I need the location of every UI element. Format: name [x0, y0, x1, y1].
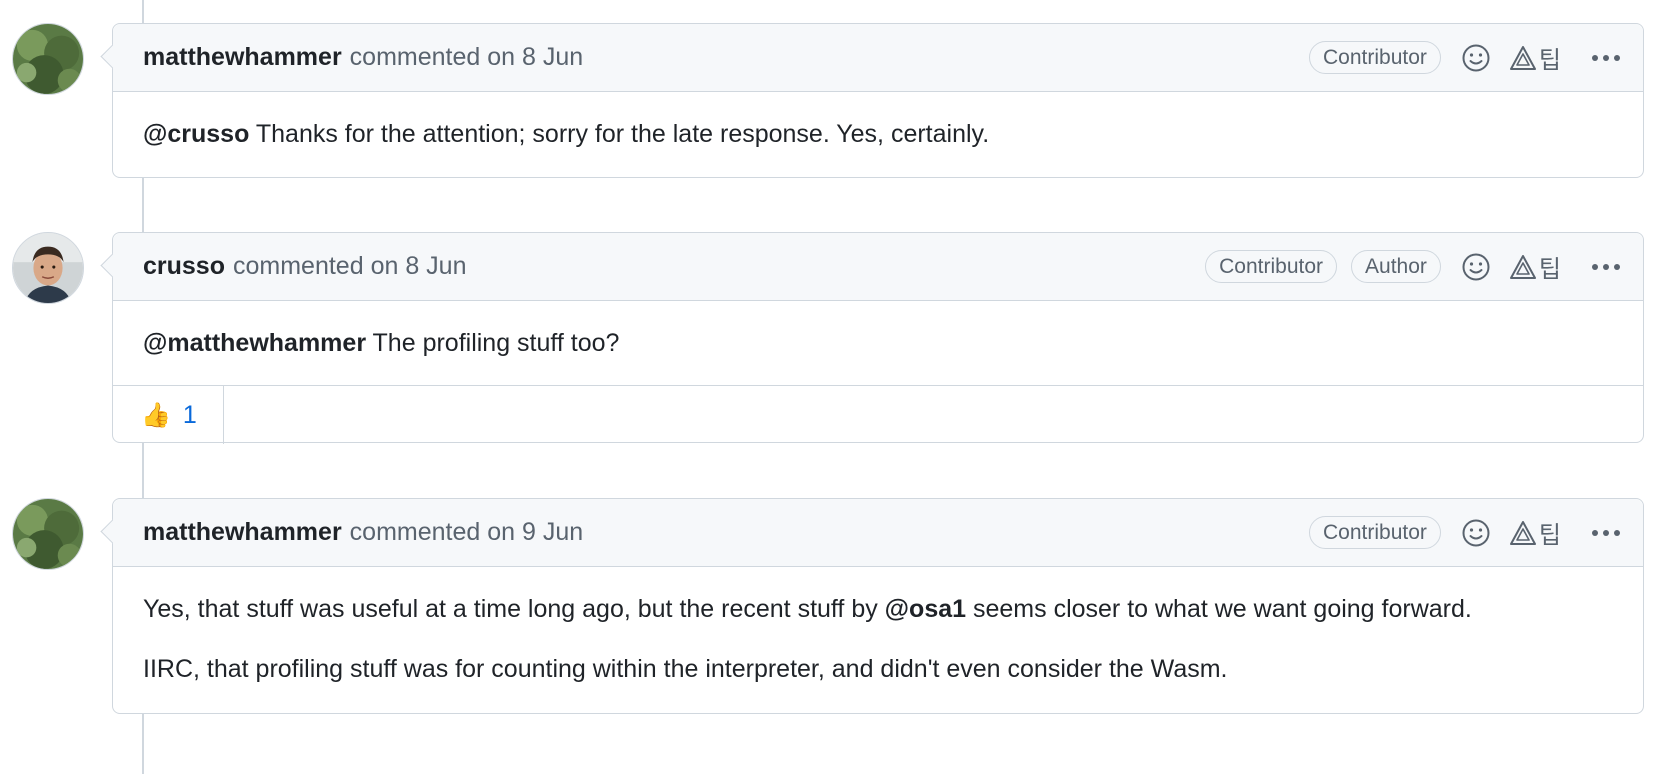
kebab-horizontal-icon[interactable]: [1591, 263, 1621, 271]
avatar-image: [13, 233, 83, 303]
contributor-badge: Contributor: [1309, 41, 1441, 74]
copilot-icon[interactable]: 팁: [1509, 515, 1561, 550]
copilot-glyph: 팁: [1538, 522, 1561, 549]
copilot-icon[interactable]: 팁: [1509, 40, 1561, 75]
comment-action: commented: [349, 518, 481, 546]
user-mention[interactable]: @osa1: [885, 595, 966, 623]
contributor-badge: Contributor: [1205, 250, 1338, 283]
comment-action: commented: [349, 43, 481, 71]
comment-body: @crusso Thanks for the attention; sorry …: [113, 92, 1643, 176]
copilot-glyph: 팁: [1538, 256, 1561, 283]
comment-header: matthewhammer commented on 9 Jun Contrib…: [113, 499, 1643, 567]
comment-text: seems closer to what we want going forwa…: [966, 595, 1472, 623]
avatar-image: [13, 24, 83, 94]
comment-text: Thanks for the attention; sorry for the …: [249, 120, 990, 148]
reaction-count: 1: [182, 400, 197, 429]
comment-action: commented: [232, 252, 364, 280]
comment-card: crusso commented on 8 Jun Contributor Au…: [112, 232, 1644, 444]
comment-body: Yes, that stuff was useful at a time lon…: [113, 567, 1643, 711]
copilot-glyph: 팁: [1538, 47, 1561, 74]
comment-paragraph: @crusso Thanks for the attention; sorry …: [143, 116, 1613, 152]
comment-body: @matthewhammer The profiling stuff too?: [113, 301, 1643, 385]
avatar-image: [13, 499, 83, 569]
kebab-horizontal-icon[interactable]: [1591, 529, 1621, 537]
avatar-matthewhammer[interactable]: [12, 498, 84, 570]
avatar-matthewhammer[interactable]: [12, 23, 84, 95]
comment-date[interactable]: on 9 Jun: [487, 518, 583, 546]
smiley-icon[interactable]: [1461, 43, 1491, 73]
smiley-icon[interactable]: [1461, 518, 1491, 548]
comment-paragraph: Yes, that stuff was useful at a time lon…: [143, 591, 1613, 627]
thumbs-up-icon: 👍: [141, 401, 171, 429]
comment-meta: commented on 8 Jun: [233, 252, 467, 281]
comment-header: matthewhammer commented on 8 Jun Contrib…: [113, 24, 1643, 92]
kebab-horizontal-icon[interactable]: [1591, 54, 1621, 62]
smiley-icon[interactable]: [1461, 252, 1491, 282]
comment-author[interactable]: matthewhammer: [143, 518, 342, 547]
comment-paragraph: IIRC, that profiling stuff was for count…: [143, 651, 1613, 687]
comment-author[interactable]: crusso: [143, 252, 225, 281]
comment-text: Yes, that stuff was useful at a time lon…: [143, 595, 885, 623]
comment-header: crusso commented on 8 Jun Contributor Au…: [113, 233, 1643, 301]
comment-meta: commented on 9 Jun: [350, 518, 584, 547]
comment-date[interactable]: on 8 Jun: [487, 43, 583, 71]
user-mention[interactable]: @matthewhammer: [143, 329, 366, 357]
comment-text: IIRC, that profiling stuff was for count…: [143, 655, 1228, 683]
reaction-thumbs-up[interactable]: 👍 1: [113, 386, 224, 444]
comment-text: The profiling stuff too?: [366, 329, 620, 357]
comment-card: matthewhammer commented on 8 Jun Contrib…: [112, 23, 1644, 178]
user-mention[interactable]: @crusso: [143, 120, 249, 148]
author-badge: Author: [1351, 250, 1441, 283]
comment-author[interactable]: matthewhammer: [143, 43, 342, 72]
comment-card: matthewhammer commented on 9 Jun Contrib…: [112, 498, 1644, 714]
comment-meta: commented on 8 Jun: [350, 43, 584, 72]
comment-paragraph: @matthewhammer The profiling stuff too?: [143, 325, 1613, 361]
copilot-icon[interactable]: 팁: [1509, 249, 1561, 284]
contributor-badge: Contributor: [1309, 516, 1441, 549]
comment-date[interactable]: on 8 Jun: [371, 252, 467, 280]
avatar-crusso[interactable]: [12, 232, 84, 304]
reactions-bar: 👍 1: [113, 385, 1643, 444]
